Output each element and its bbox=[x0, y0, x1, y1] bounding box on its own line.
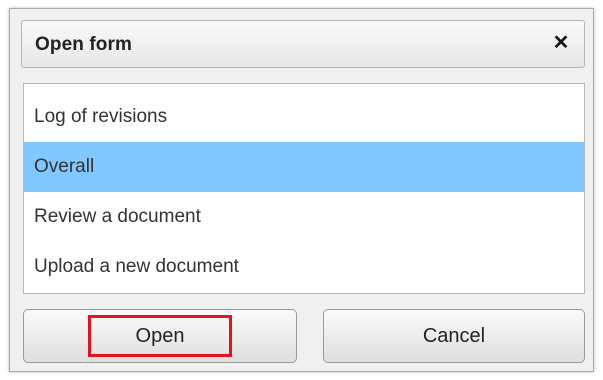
form-list: Log of revisions Overall Review a docume… bbox=[23, 83, 585, 294]
list-item-upload-a-new-document[interactable]: Upload a new document bbox=[24, 242, 584, 292]
cancel-button-label: Cancel bbox=[422, 325, 486, 347]
open-button-highlight: Open bbox=[88, 315, 232, 357]
close-icon[interactable]: ✕ bbox=[550, 31, 572, 55]
open-button[interactable]: Open bbox=[23, 309, 297, 363]
dialog-title-bar: Open form ✕ bbox=[21, 20, 585, 68]
open-form-dialog: Open form ✕ Log of revisions Overall Rev… bbox=[9, 8, 594, 372]
dialog-title: Open form bbox=[35, 34, 132, 55]
list-item-review-a-document[interactable]: Review a document bbox=[24, 192, 584, 242]
list-item-log-of-revisions[interactable]: Log of revisions bbox=[24, 92, 584, 142]
list-item-label: Upload a new document bbox=[34, 256, 239, 277]
list-item-overall[interactable]: Overall bbox=[24, 142, 584, 192]
list-item-label: Review a document bbox=[34, 206, 201, 227]
list-item-label: Log of revisions bbox=[34, 106, 168, 127]
list-item-label: Overall bbox=[34, 156, 95, 177]
cancel-button[interactable]: Cancel bbox=[323, 309, 585, 363]
open-button-label: Open bbox=[135, 325, 185, 347]
